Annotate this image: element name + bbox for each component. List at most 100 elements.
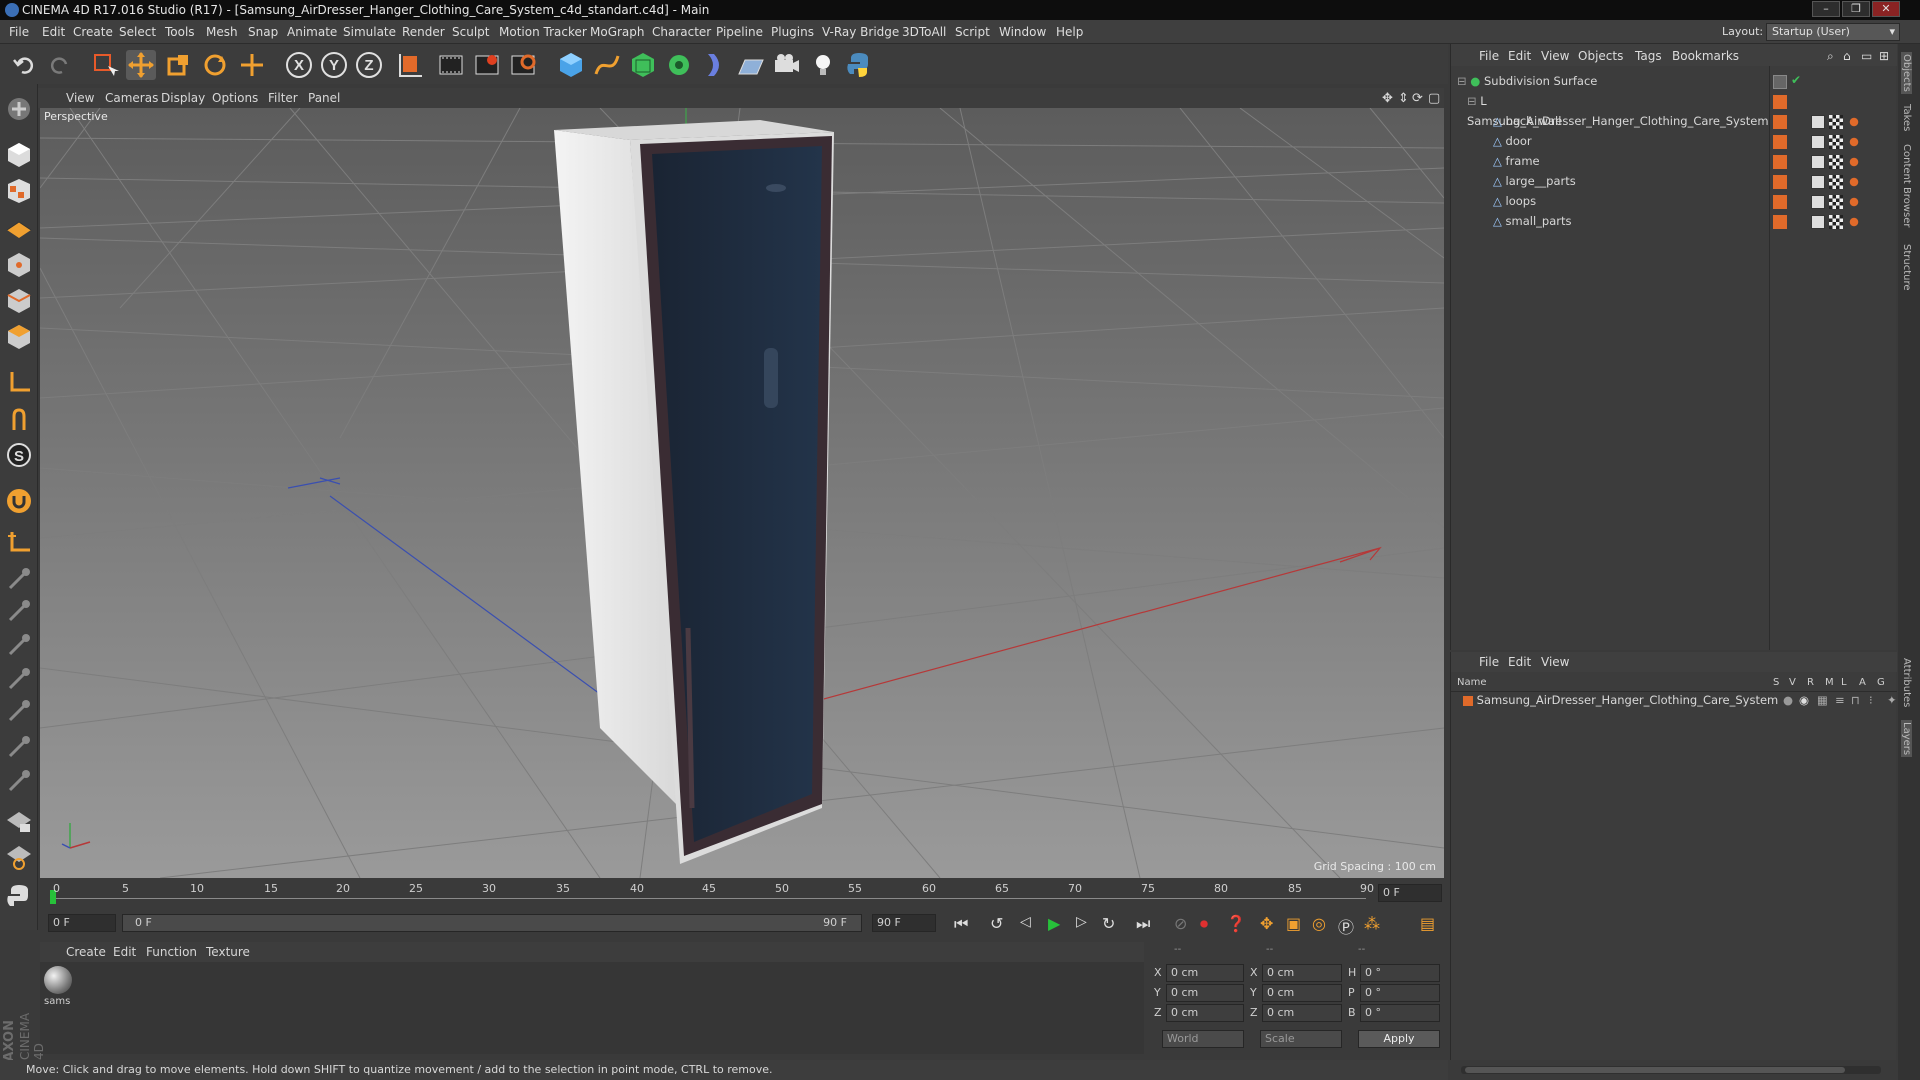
object-menu-bookmarks[interactable]: Bookmarks bbox=[1672, 49, 1739, 63]
animation-toggle-icon[interactable]: ⁝ bbox=[1869, 690, 1873, 710]
python-icon[interactable] bbox=[844, 50, 874, 80]
edges-mode-icon[interactable] bbox=[4, 286, 34, 316]
layer-menu-edit[interactable]: Edit bbox=[1508, 655, 1531, 669]
make-editable-icon[interactable] bbox=[4, 94, 34, 124]
record-keys-icon[interactable]: ⊘ bbox=[1174, 914, 1187, 933]
layer-color-chip[interactable] bbox=[1773, 95, 1787, 109]
object-menu-tags[interactable]: Tags bbox=[1635, 49, 1662, 63]
coordinate-system-icon[interactable] bbox=[395, 50, 425, 80]
uvw-tag-icon[interactable] bbox=[1847, 215, 1861, 229]
menu-plugins[interactable]: Plugins bbox=[771, 25, 814, 39]
object-row-door[interactable]: △ door bbox=[1493, 131, 1753, 151]
object-row-subdivision-surface[interactable]: ⊟ ● Subdivision Surface bbox=[1457, 71, 1757, 91]
viewport-move-icon[interactable]: ✥ bbox=[1382, 91, 1393, 106]
uvw-tag-icon[interactable] bbox=[1847, 195, 1861, 209]
material-menu-texture[interactable]: Texture bbox=[206, 945, 250, 959]
position-key-icon[interactable]: ✥ bbox=[1260, 914, 1273, 933]
phong-tag-icon[interactable] bbox=[1811, 115, 1825, 129]
texture-mode-icon[interactable] bbox=[4, 176, 34, 206]
previous-frame-icon[interactable]: ◁ bbox=[1020, 914, 1031, 930]
phong-tag-icon[interactable] bbox=[1811, 135, 1825, 149]
viewport-menu-display[interactable]: Display bbox=[161, 91, 205, 105]
layout-dropdown[interactable]: Startup (User) ▾ bbox=[1766, 23, 1900, 41]
tab-attributes[interactable]: Attributes bbox=[1901, 658, 1912, 707]
layer-menu-view[interactable]: View bbox=[1541, 655, 1569, 669]
viewport-menu-cameras[interactable]: Cameras bbox=[105, 91, 158, 105]
material-preview-swatch[interactable] bbox=[44, 966, 72, 994]
sculpt-pinch-icon[interactable] bbox=[4, 766, 34, 796]
collapse-toggle-icon[interactable]: ⊟ bbox=[1467, 94, 1477, 108]
layer-color-chip[interactable] bbox=[1773, 195, 1787, 209]
viewport-menu-view[interactable]: View bbox=[66, 91, 94, 105]
tweak-mode-icon[interactable] bbox=[4, 404, 34, 434]
layer-color-chip[interactable] bbox=[1773, 215, 1787, 229]
position-z-field[interactable]: 0 cm bbox=[1166, 1004, 1244, 1022]
menu-mograph[interactable]: MoGraph bbox=[590, 25, 645, 39]
spline-pen-icon[interactable] bbox=[592, 50, 622, 80]
menu-simulate[interactable]: Simulate bbox=[343, 25, 396, 39]
rotation-key-icon[interactable]: ◎ bbox=[1312, 914, 1326, 933]
go-to-end-icon[interactable]: ⏭ bbox=[1136, 914, 1150, 934]
menu-character[interactable]: Character bbox=[652, 25, 711, 39]
menu-window[interactable]: Window bbox=[999, 25, 1046, 39]
tab-structure[interactable]: Structure bbox=[1901, 244, 1912, 291]
menu-mesh[interactable]: Mesh bbox=[206, 25, 238, 39]
magnet-icon[interactable] bbox=[4, 486, 34, 516]
size-x-field[interactable]: 0 cm bbox=[1262, 964, 1342, 982]
sculpt-pull-icon[interactable] bbox=[4, 630, 34, 660]
z-axis-icon[interactable]: Z bbox=[354, 50, 384, 80]
search-icon[interactable]: ⌕ bbox=[1827, 49, 1834, 64]
python-script-icon[interactable] bbox=[4, 882, 34, 912]
object-menu-objects[interactable]: Objects bbox=[1578, 49, 1623, 63]
menu-edit[interactable]: Edit bbox=[42, 25, 65, 39]
object-menu-file[interactable]: File bbox=[1479, 49, 1499, 63]
viewport-maximize-icon[interactable]: ▢ bbox=[1428, 91, 1440, 106]
object-menu-view[interactable]: View bbox=[1541, 49, 1569, 63]
frame-range-slider[interactable]: 0 F 90 F bbox=[122, 914, 862, 932]
menu-vray-bridge[interactable]: V-Ray Bridge bbox=[822, 25, 899, 39]
go-to-start-icon[interactable]: ⏮ bbox=[954, 914, 968, 934]
viewport-menu-panel[interactable]: Panel bbox=[308, 91, 340, 105]
uvw-tag-icon[interactable] bbox=[1847, 175, 1861, 189]
axis-mode-icon[interactable] bbox=[4, 368, 34, 398]
sculpt-brush-icon[interactable] bbox=[4, 564, 34, 594]
subdivision-generator-icon[interactable] bbox=[628, 50, 658, 80]
object-row-large-parts[interactable]: △ large__parts bbox=[1493, 171, 1753, 191]
recent-tool-icon[interactable] bbox=[237, 50, 267, 80]
workplane-mode-icon[interactable] bbox=[4, 212, 34, 242]
new-window-icon[interactable]: ▭ bbox=[1861, 49, 1872, 63]
sculpt-flatten-icon[interactable] bbox=[4, 664, 34, 694]
scale-key-icon[interactable]: ▣ bbox=[1286, 914, 1301, 933]
uvw-tag-icon[interactable] bbox=[1847, 115, 1861, 129]
layer-color-chip[interactable] bbox=[1773, 155, 1787, 169]
menu-animate[interactable]: Animate bbox=[287, 25, 337, 39]
planar-workplane-icon[interactable] bbox=[4, 842, 34, 872]
viewport-menu-options[interactable]: Options bbox=[212, 91, 258, 105]
move-icon[interactable] bbox=[126, 50, 156, 80]
texture-tag-icon[interactable] bbox=[1829, 155, 1843, 169]
undo-icon[interactable] bbox=[10, 50, 40, 80]
size-y-field[interactable]: 0 cm bbox=[1262, 984, 1342, 1002]
close-button[interactable]: ✕ bbox=[1872, 1, 1900, 17]
snap-icon[interactable]: S bbox=[4, 440, 34, 470]
next-keyframe-icon[interactable]: ↻ bbox=[1102, 914, 1115, 933]
model-mode-icon[interactable] bbox=[4, 140, 34, 170]
coordinate-mode-dropdown[interactable]: World bbox=[1162, 1030, 1244, 1048]
object-row-back-wall[interactable]: △ back_wall bbox=[1493, 111, 1753, 131]
texture-tag-icon[interactable] bbox=[1829, 195, 1843, 209]
menu-create[interactable]: Create bbox=[73, 25, 113, 39]
horizontal-scrollbar[interactable] bbox=[1461, 1066, 1881, 1074]
menu-render[interactable]: Render bbox=[402, 25, 445, 39]
sculpt-inflate-icon[interactable] bbox=[4, 696, 34, 726]
menu-select[interactable]: Select bbox=[119, 25, 156, 39]
menu-sculpt[interactable]: Sculpt bbox=[452, 25, 489, 39]
minimize-button[interactable]: – bbox=[1812, 1, 1840, 17]
array-icon[interactable] bbox=[664, 50, 694, 80]
position-y-field[interactable]: 0 cm bbox=[1166, 984, 1244, 1002]
rotation-p-field[interactable]: 0 ° bbox=[1360, 984, 1440, 1002]
enabled-check-icon[interactable]: ✔ bbox=[1791, 73, 1801, 87]
render-view-icon[interactable] bbox=[436, 50, 466, 80]
live-selection-icon[interactable] bbox=[90, 50, 120, 80]
tab-layers[interactable]: Layers bbox=[1901, 720, 1912, 758]
rotate-icon[interactable] bbox=[200, 50, 230, 80]
